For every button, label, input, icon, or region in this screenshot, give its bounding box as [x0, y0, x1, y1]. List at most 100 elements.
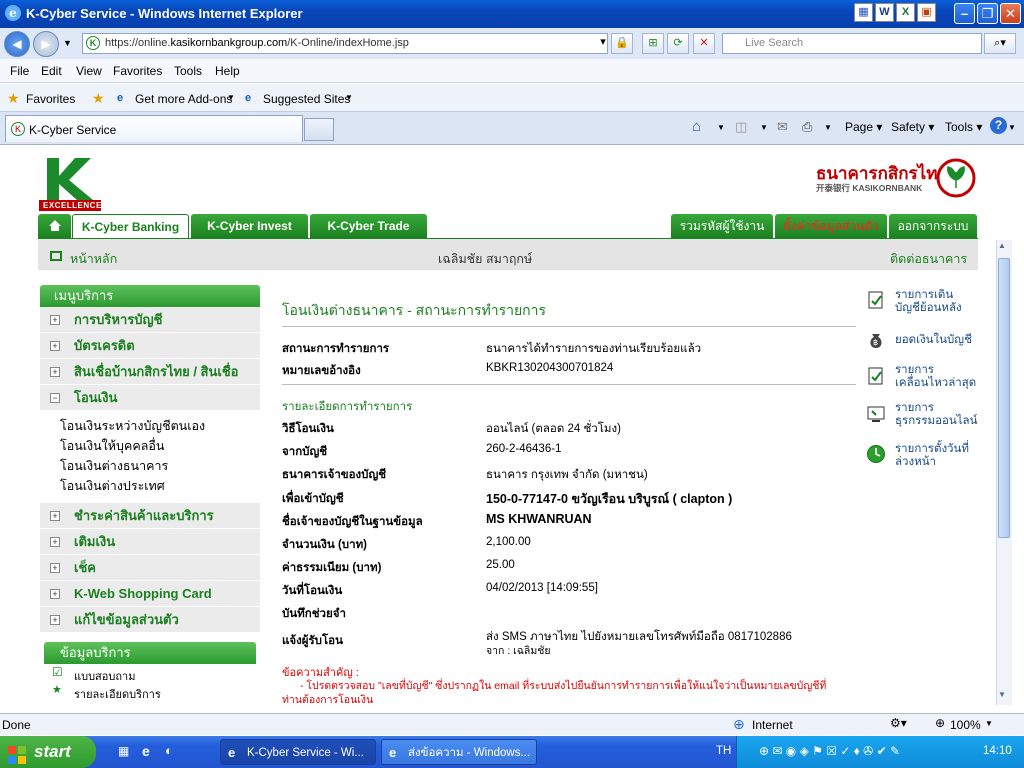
lock-icon[interactable]: 🔒	[611, 33, 633, 54]
detail-value: 150-0-77147-0 ขวัญเรือน บริบูรณ์ ( clapt…	[486, 492, 733, 506]
chevron-down-icon[interactable]: ▼	[1008, 123, 1016, 132]
chevron-down-icon[interactable]: ▼	[760, 123, 768, 132]
zoom-icon[interactable]: ⊕	[935, 716, 945, 730]
minimize-button[interactable]: –	[954, 3, 975, 24]
add-favorite-icon[interactable]: ★	[92, 90, 105, 107]
favorites-button[interactable]: Favorites	[26, 92, 75, 106]
scroll-up-icon[interactable]: ▲	[998, 241, 1006, 250]
new-tab-button[interactable]	[304, 118, 334, 141]
right-menu-balance[interactable]: ยอดเงินในบัญชี	[895, 334, 972, 347]
tab-k-cyber-invest[interactable]: K-Cyber Invest	[191, 214, 308, 238]
taskbar-item-message[interactable]: e ส่งข้อความ - Windows...	[381, 739, 537, 765]
language-indicator[interactable]: TH	[716, 745, 731, 757]
sidebar-item-loans[interactable]: +สินเชื่อบ้านกสิกรไทย / สินเชื่ออื่นๆ	[40, 359, 260, 405]
tray-icons[interactable]: ⊕ ✉ ◉ ◈ ⚑ ☒ ✓ ♦ ✇ ✔ ✎	[759, 744, 900, 758]
tab-user-ids[interactable]: รวมรหัสผู้ใช้งาน	[671, 214, 773, 238]
history-dropdown-icon[interactable]: ▼	[63, 38, 72, 48]
sidebar-item-shopping-card[interactable]: + K-Web Shopping Card	[40, 581, 260, 607]
protected-mode-icon[interactable]: ⚙▾	[890, 716, 907, 730]
expand-icon: +	[50, 589, 60, 599]
maximize-button[interactable]: ❐	[977, 3, 998, 24]
back-button[interactable]: ◀	[4, 31, 30, 57]
info-service-details[interactable]: รายละเอียดบริการ	[74, 685, 161, 703]
right-menu-online[interactable]: รายการ ธุรกรรมออนไลน์	[895, 402, 977, 428]
address-bar[interactable]: K https://online.kasikornbankgroup.com/K…	[82, 33, 608, 54]
home-link[interactable]: หน้าหลัก	[70, 249, 117, 269]
chevron-down-icon[interactable]: ▼	[985, 719, 993, 728]
chevron-down-icon[interactable]: ▼	[227, 93, 235, 102]
menu-view[interactable]: View	[76, 64, 102, 78]
sidebar-sub-own-account[interactable]: โอนเงินระหว่างบัญชีตนเอง	[60, 416, 205, 436]
sidebar-item-edit-profile[interactable]: + แก้ไขข้อมูลส่วนตัว	[40, 607, 260, 633]
sidebar-item-cheque[interactable]: + เช็ค	[40, 555, 260, 581]
scrollbar-thumb[interactable]	[998, 258, 1010, 538]
mail-icon[interactable]: ✉	[777, 119, 788, 135]
scroll-down-icon[interactable]: ▼	[998, 690, 1006, 699]
tab-personal-settings[interactable]: ตั้งค่าข้อมูลส่วนตัว	[775, 214, 887, 238]
tools-menu[interactable]: Tools ▾	[945, 120, 982, 134]
zoom-level[interactable]: 100%	[950, 718, 981, 732]
refresh-icon[interactable]: ⟳	[667, 33, 689, 54]
forward-button[interactable]: ▶	[33, 31, 59, 57]
sidebar-item-top-up[interactable]: + เติมเงิน	[40, 529, 260, 555]
safety-menu-label: Safety	[891, 120, 926, 134]
search-button[interactable]: ⌕▾	[984, 33, 1016, 54]
close-button[interactable]: ✕	[1000, 3, 1021, 24]
chevron-down-icon[interactable]: ▼	[824, 123, 832, 132]
tab-k-cyber-banking[interactable]: K-Cyber Banking	[72, 214, 189, 238]
sidebar-item-transfer[interactable]: − โอนเงิน	[40, 385, 260, 411]
taskbar-item-ie[interactable]: e K-Cyber Service - Wi...	[220, 739, 376, 765]
menu-file[interactable]: File	[10, 64, 29, 78]
detail-value: 04/02/2013 [14:09:55]	[486, 582, 598, 594]
menu-edit[interactable]: Edit	[41, 64, 62, 78]
sidebar-item-bill-payment[interactable]: + ชำระค่าสินค้าและบริการ	[40, 503, 260, 529]
sidebar-sub-other-bank[interactable]: โอนเงินต่างธนาคาร	[60, 456, 168, 476]
compat-view-icon[interactable]: ⊞	[642, 33, 664, 54]
tab-k-cyber-trade[interactable]: K-Cyber Trade	[310, 214, 427, 238]
help-icon[interactable]: ?	[990, 117, 1007, 134]
home-icon[interactable]: ⌂	[692, 118, 701, 135]
favorites-bar: ★ Favorites ★ e Get more Add-ons ▼ e Sug…	[0, 84, 1024, 112]
kbank-emblem-icon	[936, 158, 976, 198]
fav-get-addons[interactable]: Get more Add-ons	[135, 92, 232, 106]
detail-label: ชื่อเจ้าของบัญชีในฐานข้อมูล	[282, 516, 423, 528]
right-menu-scheduled[interactable]: รายการตั้งวันที่ ล่วงหน้า	[895, 443, 969, 469]
zone-label[interactable]: Internet	[752, 718, 793, 732]
expand-icon: +	[50, 615, 60, 625]
sidebar-item-credit-card[interactable]: + บัตรเครดิต	[40, 333, 260, 359]
sidebar-item-account-management[interactable]: + การบริหารบัญชี	[40, 307, 260, 333]
sidebar-sub-other-person[interactable]: โอนเงินให้บุคคลอื่น	[60, 436, 164, 456]
chevron-down-icon[interactable]: ▼	[717, 123, 725, 132]
contact-bank-link[interactable]: ติดต่อธนาคาร	[890, 249, 967, 269]
feeds-icon[interactable]: ◫	[735, 119, 747, 135]
print-icon[interactable]: ⎙	[802, 119, 812, 135]
quicklaunch-desktop-icon[interactable]: ▦	[118, 744, 129, 758]
page-menu[interactable]: Page ▾	[845, 120, 882, 134]
right-menu-statement[interactable]: รายการเดิน บัญชีย้อนหลัง	[895, 289, 962, 315]
sidebar-sub-overseas[interactable]: โอนเงินต่างประเทศ	[60, 476, 165, 496]
right-menu-line: ล่วงหน้า	[895, 456, 937, 468]
stop-icon[interactable]: ✕	[693, 33, 715, 54]
section-title: รายละเอียดการทำรายการ	[282, 401, 413, 413]
menu-help[interactable]: Help	[215, 64, 240, 78]
fav-suggested-sites[interactable]: Suggested Sites	[263, 92, 350, 106]
search-input[interactable]: Live Search	[722, 33, 982, 54]
chevron-down-icon[interactable]: ▼	[345, 93, 353, 102]
quicklaunch-media-icon[interactable]: ◐	[165, 743, 173, 758]
word-icon[interactable]: W	[875, 3, 894, 22]
powerpoint-icon[interactable]: ▣	[917, 3, 936, 22]
tab-logout[interactable]: ออกจากระบบ	[889, 214, 977, 238]
detail-label: วิธีโอนเงิน	[282, 423, 334, 435]
office-icon[interactable]: ▦	[854, 3, 873, 22]
quicklaunch-ie-icon[interactable]: e	[142, 743, 150, 759]
right-menu-recent[interactable]: รายการ เคลื่อนไหวล่าสุด	[895, 364, 976, 390]
home-tab[interactable]	[38, 214, 71, 238]
start-button[interactable]: start	[0, 736, 96, 768]
tab-k-cyber-service[interactable]: K K-Cyber Service	[5, 115, 303, 142]
menu-tools[interactable]: Tools	[174, 64, 202, 78]
safety-menu[interactable]: Safety ▾	[891, 120, 934, 134]
info-questionnaire[interactable]: แบบสอบถาม	[74, 667, 135, 685]
excel-icon[interactable]: X	[896, 3, 915, 22]
title-bar: e K-Cyber Service - Windows Internet Exp…	[0, 0, 1024, 28]
menu-favorites[interactable]: Favorites	[113, 64, 162, 78]
